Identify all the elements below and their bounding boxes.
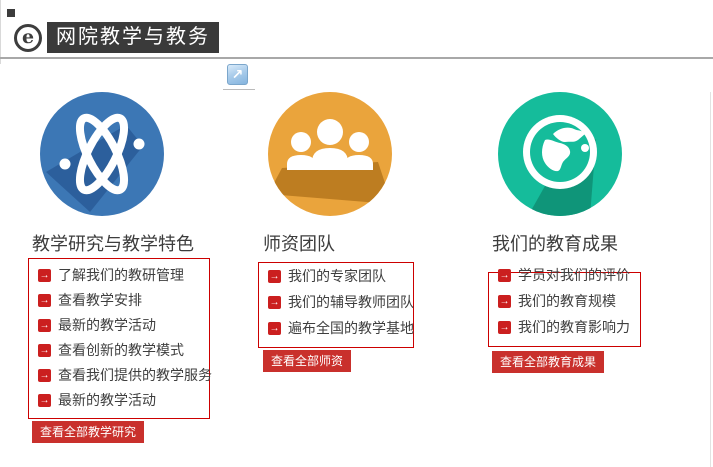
- arrow-icon: →: [38, 343, 51, 357]
- link-label: 学员对我们的评价: [518, 267, 630, 283]
- link-item[interactable]: → 查看教学安排: [38, 291, 201, 309]
- column-title-education-results: 我们的教育成果: [492, 234, 618, 254]
- link-label: 查看创新的教学模式: [58, 342, 184, 358]
- link-item[interactable]: → 查看创新的教学模式: [38, 341, 201, 359]
- arrow-icon: →: [498, 268, 511, 282]
- arrow-icon: →: [38, 268, 51, 282]
- link-label: 我们的教育规模: [518, 293, 616, 309]
- arrow-icon: →: [38, 393, 51, 407]
- view-all-education-results-button[interactable]: 查看全部教育成果: [492, 351, 605, 373]
- link-label: 我们的教育影响力: [518, 319, 630, 335]
- link-box-faculty-team: → 我们的专家团队 → 我们的辅导教师团队 → 遍布全国的教学基地: [258, 262, 414, 348]
- link-item[interactable]: → 我们的辅导教师团队: [268, 293, 414, 311]
- link-label: 我们的专家团队: [288, 268, 386, 284]
- link-item[interactable]: → 最新的教学活动: [38, 391, 201, 409]
- corner-square: [7, 9, 15, 17]
- people-icon[interactable]: [268, 92, 392, 216]
- arrow-icon: →: [268, 269, 281, 283]
- view-all-faculty-button[interactable]: 查看全部师资: [263, 350, 352, 372]
- column-title-faculty-team: 师资团队: [263, 234, 335, 254]
- popout-underline: [223, 89, 255, 90]
- arrow-icon: →: [38, 293, 51, 307]
- link-label: 最新的教学活动: [58, 392, 156, 408]
- browser-e-letter: e: [21, 25, 35, 48]
- link-box-education-results: → 学员对我们的评价 → 我们的教育规模 → 我们的教育影响力: [488, 267, 641, 347]
- link-item[interactable]: → 最新的教学活动: [38, 316, 201, 334]
- link-item[interactable]: → 了解我们的教研管理: [38, 266, 201, 284]
- browser-e-icon: e: [14, 24, 42, 52]
- right-edge-line: [710, 92, 711, 467]
- arrow-icon: →: [38, 368, 51, 382]
- link-box-teaching-research: → 了解我们的教研管理 → 查看教学安排 → 最新的教学活动 → 查看创新的教学…: [28, 258, 212, 419]
- column-title-teaching-research: 教学研究与教学特色: [32, 234, 194, 254]
- link-item[interactable]: → 查看我们提供的教学服务: [38, 366, 212, 384]
- atom-icon[interactable]: [40, 92, 164, 216]
- left-edge-line: [0, 0, 1, 64]
- page-title: 网院教学与教务: [47, 22, 219, 53]
- popout-arrow-glyph: ↗: [231, 65, 244, 82]
- header-divider: [0, 57, 713, 59]
- arrow-icon: →: [268, 295, 281, 309]
- link-label: 我们的辅导教师团队: [288, 294, 414, 310]
- arrow-icon: →: [498, 294, 511, 308]
- link-label: 最新的教学活动: [58, 317, 156, 333]
- link-item[interactable]: → 我们的教育规模: [498, 292, 632, 310]
- link-label: 查看我们提供的教学服务: [58, 367, 212, 383]
- arrow-icon: →: [38, 318, 51, 332]
- arrow-icon: →: [268, 321, 281, 335]
- link-item[interactable]: → 我们的专家团队: [268, 267, 405, 285]
- link-item[interactable]: → 学员对我们的评价: [498, 266, 632, 284]
- link-item[interactable]: → 我们的教育影响力: [498, 318, 632, 336]
- link-label: 了解我们的教研管理: [58, 267, 184, 283]
- open-in-new-window-icon[interactable]: ↗: [227, 64, 248, 85]
- globe-icon[interactable]: [498, 92, 622, 216]
- link-item[interactable]: → 遍布全国的教学基地: [268, 319, 414, 337]
- arrow-icon: →: [498, 320, 511, 334]
- page: e 网院教学与教务 ↗ 教学研究与教学特色 师资团队 我们的教育成果 → 了解我…: [0, 0, 713, 467]
- link-label: 查看教学安排: [58, 292, 142, 308]
- link-label: 遍布全国的教学基地: [288, 320, 414, 336]
- view-all-teaching-research-button[interactable]: 查看全部教学研究: [32, 421, 145, 443]
